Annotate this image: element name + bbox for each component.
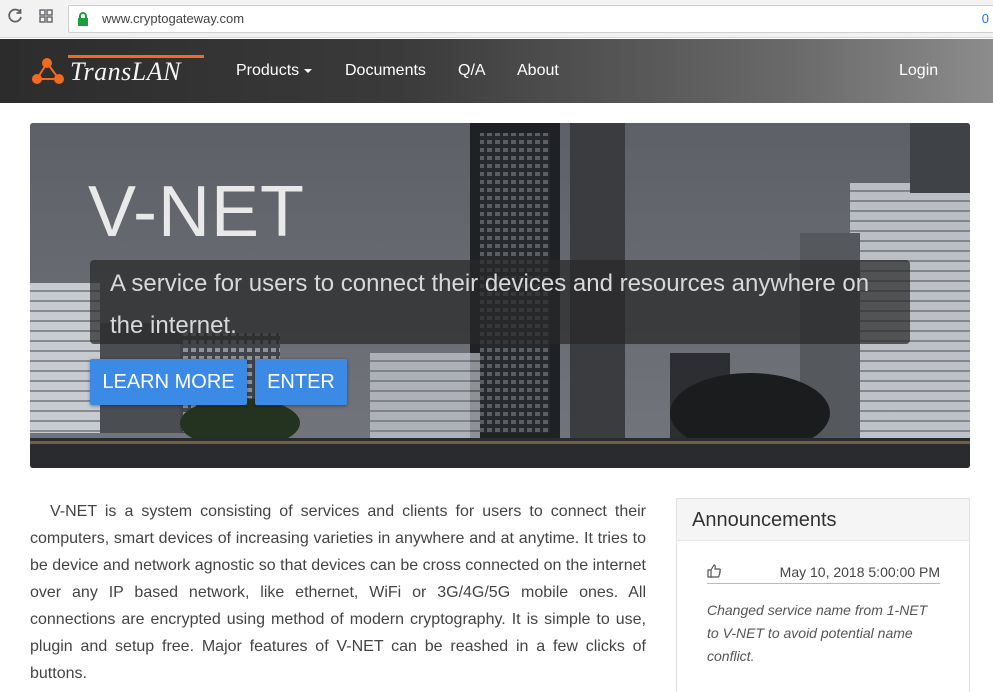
announcements-title: Announcements bbox=[677, 499, 969, 541]
learn-more-button[interactable]: LEARN MORE bbox=[90, 359, 247, 405]
hero-banner: V-NET A service for users to connect the… bbox=[30, 123, 970, 468]
url-right-text: 0 bbox=[981, 11, 989, 26]
nav-login[interactable]: Login bbox=[899, 62, 938, 80]
intro-paragraph: V-NET is a system consisting of services… bbox=[30, 503, 646, 682]
announcements-panel: Announcements May 10, 2018 5:00:00 PM Ch… bbox=[676, 498, 970, 692]
reload-icon[interactable] bbox=[4, 8, 26, 30]
lock-icon bbox=[78, 12, 88, 26]
enter-button[interactable]: ENTER bbox=[255, 359, 347, 405]
announcement-text: Changed service name from 1-NET to V-NET… bbox=[707, 602, 928, 664]
brand-name: TransLAN bbox=[70, 57, 181, 86]
apps-icon[interactable] bbox=[35, 8, 57, 30]
nav-about[interactable]: About bbox=[517, 62, 559, 80]
announcement-meta: May 10, 2018 5:00:00 PM bbox=[707, 564, 940, 584]
hero-tagline-box: A service for users to connect their dev… bbox=[90, 260, 910, 344]
browser-toolbar: www.cryptogateway.com 0 bbox=[0, 0, 993, 38]
network-logo-icon bbox=[32, 58, 64, 84]
nav-products[interactable]: Products bbox=[236, 62, 313, 80]
nav-documents[interactable]: Documents bbox=[345, 62, 426, 80]
thumbs-up-icon bbox=[707, 564, 721, 578]
brand-logo[interactable]: TransLAN bbox=[30, 53, 210, 89]
chevron-down-icon bbox=[304, 68, 313, 73]
site-navbar: TransLAN Products Documents Q/A About Lo… bbox=[0, 39, 993, 103]
nav-qa[interactable]: Q/A bbox=[458, 62, 486, 80]
hero-title: V-NET bbox=[88, 172, 306, 252]
announcement-date: May 10, 2018 5:00:00 PM bbox=[779, 564, 940, 580]
hero-tagline: A service for users to connect their dev… bbox=[110, 270, 870, 339]
nav-products-label: Products bbox=[236, 62, 300, 79]
address-bar[interactable]: www.cryptogateway.com 0 bbox=[68, 5, 993, 33]
url-text: www.cryptogateway.com bbox=[102, 11, 245, 26]
